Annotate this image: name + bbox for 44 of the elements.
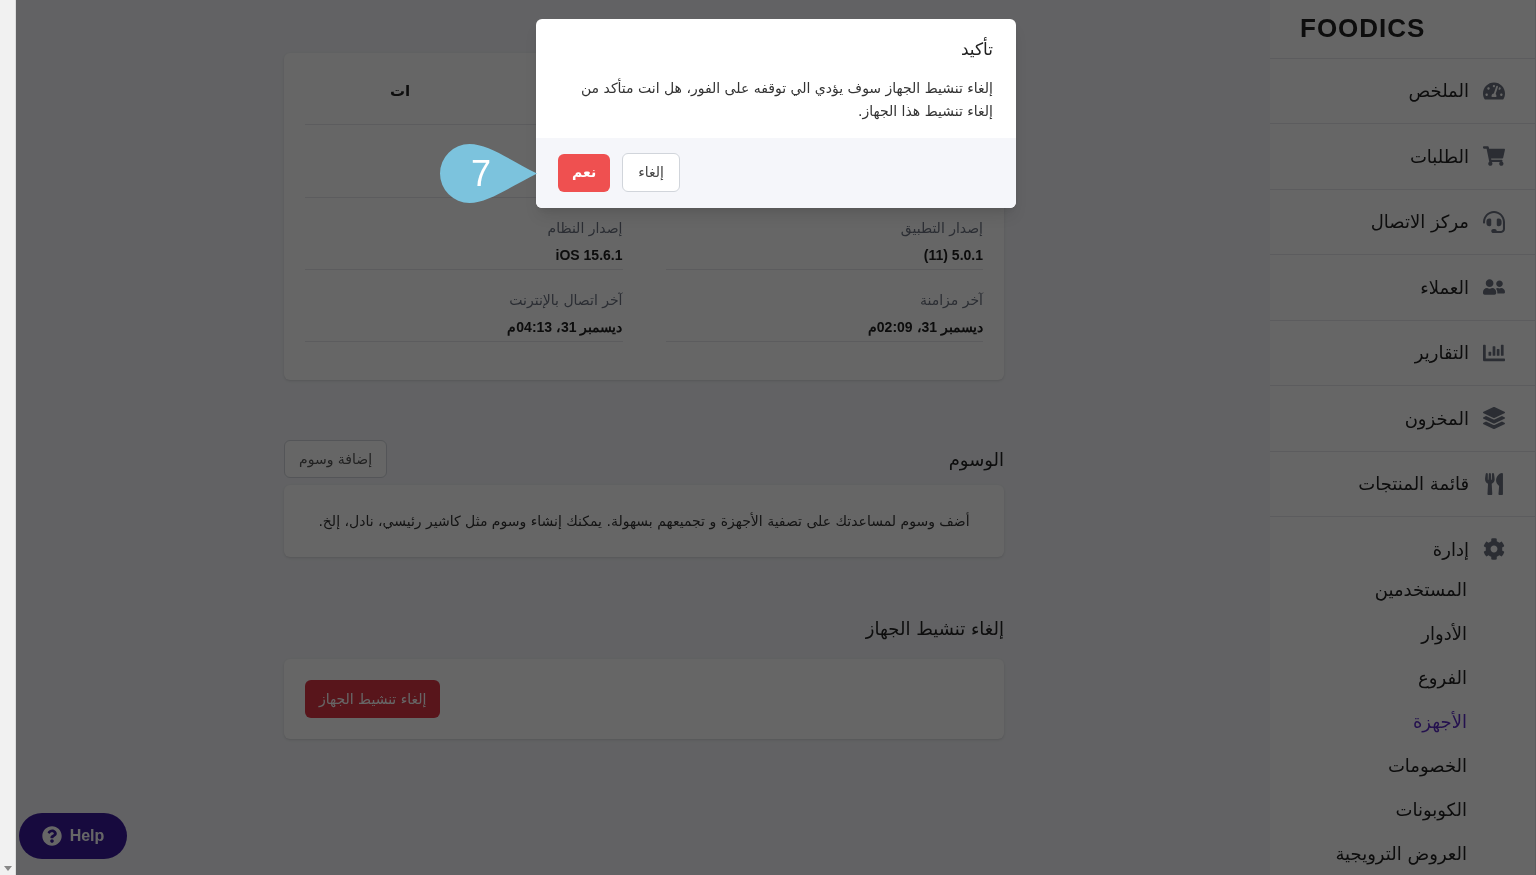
sidebar-subitem[interactable]: العروض الترويجية <box>1270 831 1535 875</box>
sidebar-subitem[interactable]: الأدوار <box>1270 611 1535 655</box>
field-value: 5.0.1 (11) <box>922 246 983 265</box>
cart-icon <box>1483 145 1505 168</box>
sidebar-subitem[interactable]: المستخدمين <box>1270 567 1535 611</box>
sidebar-item[interactable]: إدارة <box>1270 531 1535 567</box>
sidebar-subitem[interactable]: الفروع <box>1270 655 1535 699</box>
scrollbar[interactable] <box>0 0 16 875</box>
sidebar-item[interactable]: الملخص <box>1270 58 1535 124</box>
field-label: إصدار التطبيق <box>899 219 983 239</box>
confirm-button[interactable]: نعم <box>558 153 611 192</box>
section-title: إلغاء تنشيط الجهاز <box>865 618 1004 639</box>
add-tags-button[interactable]: إضافة وسوم <box>284 440 388 478</box>
tags-empty-message: أضف وسوم لمساعدتك على تصفية الأجهزة و تجميعهم بسهولة. يمكنك إنشاء وسوم مثل كاشير رئيسي، نادل، إلخ. <box>317 511 971 532</box>
headset-icon <box>1483 210 1505 233</box>
sidebar-item[interactable]: الطلبات <box>1270 124 1535 190</box>
sidebar-item[interactable]: المخزون <box>1270 386 1535 452</box>
utensils-icon <box>1483 472 1505 495</box>
settings-icon <box>1483 538 1505 560</box>
card-title: ات <box>390 81 411 102</box>
field-label: إصدار النظام <box>546 219 623 239</box>
scroll-down-arrow-icon[interactable] <box>3 866 12 871</box>
deactivate-device-button[interactable]: إلغاء تنشيط الجهاز <box>305 680 441 718</box>
sidebar-subitem[interactable]: الكوبونات <box>1270 787 1535 831</box>
field-label: آخر اتصال بالإنترنت <box>508 291 623 311</box>
brand-logo[interactable]: FOODICS <box>1300 9 1426 49</box>
sidebar-item[interactable]: العملاء <box>1270 255 1535 321</box>
help-button[interactable]: Help <box>19 813 127 859</box>
sidebar-subitem[interactable]: الأجهزة <box>1270 699 1535 743</box>
sidebar-item[interactable]: قائمة المنتجات <box>1270 451 1535 517</box>
layers-icon <box>1483 407 1505 430</box>
field-label: آخر مزامنة <box>918 291 983 311</box>
section-title: الوسوم <box>948 447 1004 473</box>
sidebar-item[interactable]: التقارير <box>1270 320 1535 386</box>
help-icon <box>41 826 62 846</box>
dialog-message: إلغاء تنشيط الجهاز سوف يؤدي الي توقفه على الفور، هل انت متأكد من إلغاء تنشيط هذا الجهاز. <box>579 77 993 122</box>
sidebar-subitem[interactable]: الخصومات <box>1270 743 1535 787</box>
field-value: ديسمبر 31، 04:13م <box>506 318 623 338</box>
step-number: 7 <box>471 155 492 192</box>
cancel-button[interactable]: إلغاء <box>622 153 680 192</box>
field-value: ديسمبر 31، 02:09م <box>866 318 983 338</box>
field-value: iOS 15.6.1 <box>554 246 623 265</box>
dialog-title: تأكيد <box>959 37 993 61</box>
sidebar-item[interactable]: مركز الاتصال <box>1270 189 1535 255</box>
